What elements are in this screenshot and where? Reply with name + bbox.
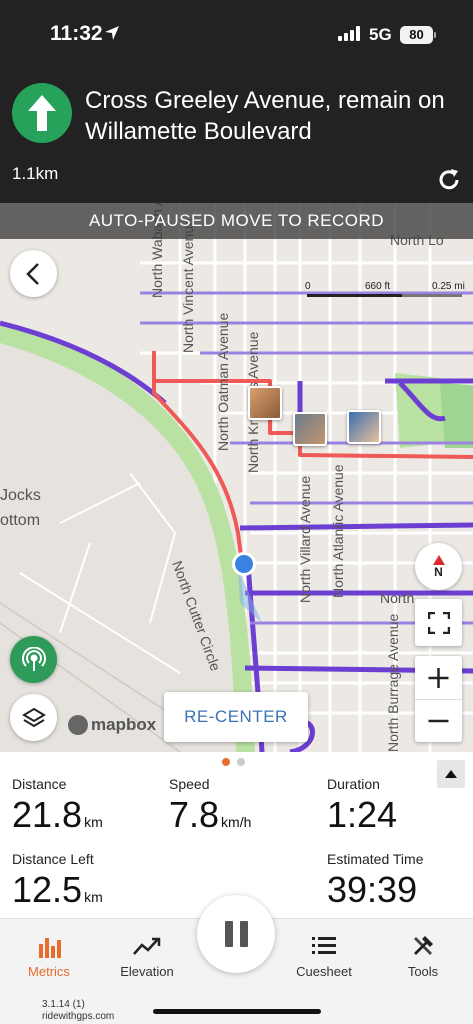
compass-arrow-icon [432, 554, 445, 565]
recenter-button[interactable]: RE-CENTER [164, 692, 308, 742]
fullscreen-button[interactable] [415, 599, 462, 646]
scale-start: 0 [305, 281, 311, 292]
auto-pause-banner: AUTO-PAUSED MOVE TO RECORD [0, 203, 473, 239]
estimated-time-label: Estimated Time [327, 851, 424, 867]
distance-label: Distance [12, 776, 67, 792]
live-tracking-button[interactable] [10, 636, 57, 683]
expand-icon [427, 611, 450, 634]
street-label: Jocks [0, 487, 41, 504]
straight-arrow-icon [12, 83, 72, 143]
location-arrow-icon [105, 26, 119, 40]
distance-left-label: Distance Left [12, 851, 94, 867]
tab-metrics[interactable]: Metrics [9, 931, 89, 979]
turn-instruction: Cross Greeley Avenue, remain on Willamet… [85, 87, 445, 145]
back-button[interactable] [10, 250, 57, 297]
street-label: North [380, 590, 414, 606]
zoom-controls [415, 656, 462, 742]
collapse-panel-button[interactable] [437, 760, 465, 788]
tab-cuesheet[interactable]: Cuesheet [284, 931, 364, 979]
tab-tools[interactable]: Tools [383, 931, 463, 979]
network-type: 5G [369, 25, 392, 44]
pause-icon-bar [239, 921, 248, 947]
tools-icon [414, 936, 433, 955]
compass-label: N [434, 564, 443, 579]
status-bar: 11:32 5G 80 [0, 0, 473, 72]
caret-up-icon [445, 770, 457, 778]
duration-label: Duration [327, 776, 380, 792]
tab-elevation[interactable]: Elevation [107, 931, 187, 979]
street-label: North Oatman Avenue [215, 313, 231, 451]
compass-button[interactable]: N [415, 543, 462, 590]
battery-icon: 80 [400, 26, 433, 44]
bar-chart-icon [39, 938, 61, 958]
page-dot[interactable] [237, 758, 245, 766]
speed-value: 7.8 km/h [169, 794, 252, 835]
duration-value: 1:24 [327, 794, 398, 835]
pause-icon-bar [224, 921, 233, 947]
page-dot[interactable] [222, 758, 230, 766]
mapbox-attribution: mapbox [68, 715, 156, 735]
broadcast-icon [21, 646, 46, 671]
list-icon [312, 937, 336, 954]
home-indicator[interactable] [153, 1009, 321, 1014]
navigation-banner: 1.1km Cross Greeley Avenue, remain on Wi… [0, 72, 473, 203]
mapbox-logo-icon [68, 715, 88, 735]
street-label: ottom [0, 512, 40, 529]
pause-button[interactable] [197, 895, 275, 973]
map-scale: 0 660 ft 0.25 mi [305, 281, 465, 305]
street-label: North Villard Avenue [297, 476, 313, 603]
version-info: 3.1.14 (1) ridewithgps.com [42, 999, 115, 1022]
trend-line-icon [133, 937, 161, 955]
street-label: North Burrage Avenue [385, 614, 401, 752]
scale-end: 0.25 mi [432, 281, 465, 292]
speed-label: Speed [169, 776, 210, 792]
battery-tip [434, 32, 436, 38]
reroute-icon[interactable] [435, 166, 463, 194]
estimated-time-value: 39:39 [327, 869, 418, 910]
rider-avatar[interactable] [347, 410, 381, 444]
distance-left-value: 12.5 km [12, 869, 103, 910]
rider-avatar[interactable] [293, 412, 327, 446]
chevron-left-icon [25, 262, 39, 285]
layers-button[interactable] [10, 694, 57, 741]
street-label: North Atlantic Avenue [330, 464, 346, 598]
zoom-out-icon[interactable] [415, 700, 462, 742]
scale-mid: 660 ft [365, 281, 391, 292]
layers-icon [21, 707, 46, 727]
status-time: 11:32 [50, 22, 103, 45]
rider-avatar[interactable] [248, 386, 282, 420]
distance-value: 21.8 km [12, 794, 103, 835]
turn-distance: 1.1km [12, 164, 59, 183]
signal-icon [338, 26, 360, 41]
zoom-in-icon[interactable] [415, 656, 462, 699]
page-indicator[interactable] [222, 758, 245, 766]
